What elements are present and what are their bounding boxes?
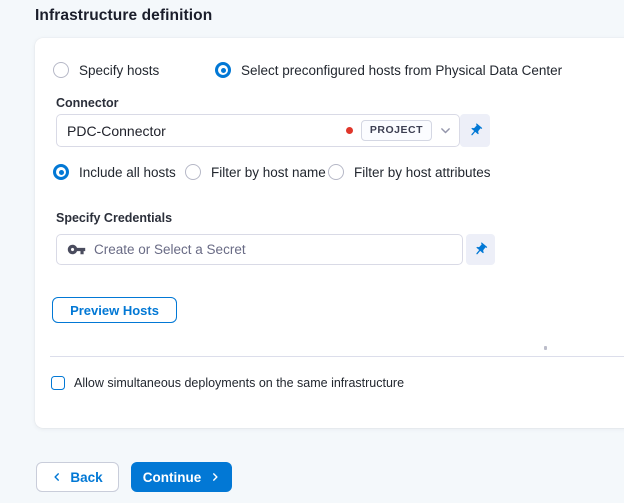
- radio-circle-unselected-icon[interactable]: [53, 62, 69, 78]
- infrastructure-card: Specify hosts Select preconfigured hosts…: [35, 38, 624, 428]
- chevron-left-icon: [54, 473, 60, 481]
- chevron-right-icon: [213, 473, 218, 481]
- connector-select-field[interactable]: PDC-Connector PROJECT: [56, 114, 460, 147]
- back-button[interactable]: Back: [36, 462, 119, 492]
- pushpin-icon: [464, 120, 485, 141]
- page-title: Infrastructure definition: [35, 7, 213, 24]
- checkbox-unchecked-icon[interactable]: [51, 376, 65, 390]
- radio-label-filter-by-host-name: Filter by host name: [211, 164, 326, 180]
- radio-label-specify-hosts: Specify hosts: [79, 62, 160, 78]
- radio-circle-selected-icon[interactable]: [215, 62, 231, 78]
- radio-preconfigured-hosts[interactable]: Select preconfigured hosts from Physical…: [215, 62, 562, 78]
- radio-label-filter-by-host-attributes: Filter by host attributes: [354, 164, 491, 180]
- credentials-runtime-pin-button[interactable]: [466, 234, 495, 265]
- preview-hosts-label: Preview Hosts: [70, 302, 159, 318]
- pushpin-icon: [470, 239, 491, 260]
- continue-button-label: Continue: [142, 469, 202, 485]
- section-divider: [50, 356, 624, 357]
- radio-circle-unselected-icon[interactable]: [328, 164, 344, 180]
- radio-circle-selected-icon[interactable]: [53, 164, 69, 180]
- back-button-label: Back: [70, 469, 103, 485]
- connector-value: PDC-Connector: [67, 122, 166, 139]
- scope-badge: PROJECT: [360, 120, 432, 141]
- connector-label: Connector: [56, 96, 119, 110]
- radio-label-include-all-hosts: Include all hosts: [79, 164, 176, 180]
- continue-button[interactable]: Continue: [131, 462, 232, 492]
- preview-hosts-button[interactable]: Preview Hosts: [52, 297, 177, 323]
- secret-placeholder: Create or Select a Secret: [94, 242, 246, 257]
- radio-include-all-hosts[interactable]: Include all hosts: [53, 164, 176, 180]
- artifact-dot: [544, 346, 547, 350]
- radio-filter-by-host-attributes[interactable]: Filter by host attributes: [328, 164, 491, 180]
- infrastructure-definition-page: Infrastructure definition Specify hosts …: [0, 0, 624, 503]
- connector-runtime-pin-button[interactable]: [460, 114, 490, 147]
- simultaneous-deployments-checkbox-row[interactable]: Allow simultaneous deployments on the sa…: [51, 376, 404, 390]
- radio-specify-hosts[interactable]: Specify hosts: [53, 62, 159, 78]
- secret-select-field[interactable]: Create or Select a Secret: [56, 234, 463, 265]
- radio-circle-unselected-icon[interactable]: [185, 164, 201, 180]
- radio-filter-by-host-name[interactable]: Filter by host name: [185, 164, 326, 180]
- chevron-down-icon[interactable]: [439, 124, 452, 137]
- radio-label-preconfigured-hosts: Select preconfigured hosts from Physical…: [241, 62, 563, 78]
- credentials-label: Specify Credentials: [56, 211, 173, 225]
- simultaneous-deployments-label: Allow simultaneous deployments on the sa…: [74, 376, 405, 390]
- key-icon: [67, 240, 86, 259]
- connectivity-status-dot: [345, 127, 353, 134]
